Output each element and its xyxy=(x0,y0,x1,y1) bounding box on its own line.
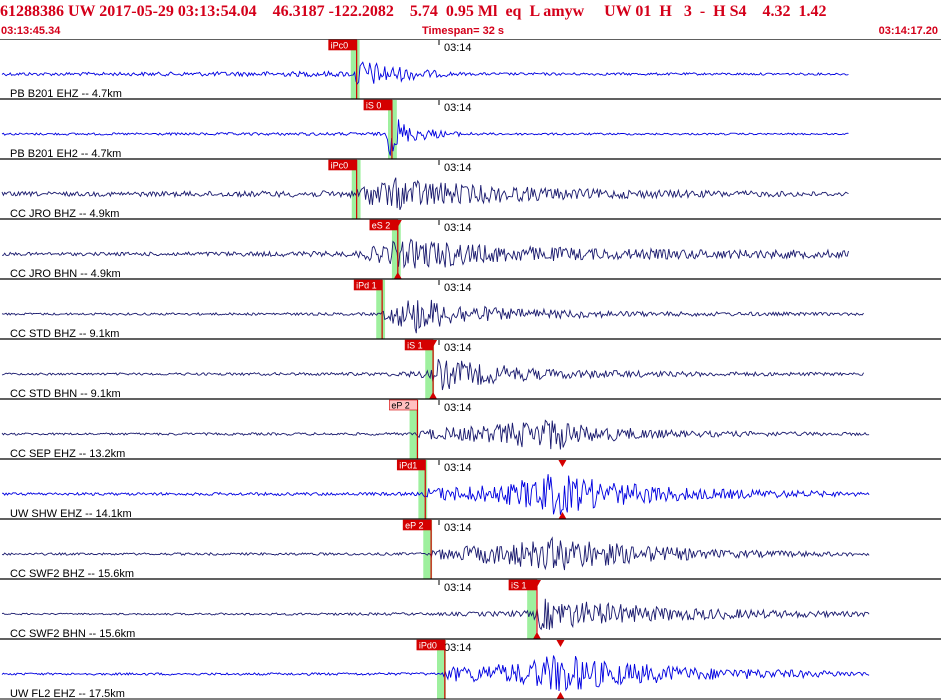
trace-row[interactable]: 03:14 iPc0 CC JRO BHZ -- 4.9km xyxy=(0,158,941,220)
s-pick-label: iS 1 xyxy=(511,581,527,591)
waveform xyxy=(1,119,849,156)
s-pick-label: iS 1 xyxy=(407,341,423,351)
p-pick-label: iPd0 xyxy=(419,641,437,651)
trace-row[interactable]: 03:14 iS 0 PB B201 EH2 -- 4.7km xyxy=(0,98,941,160)
trace-row[interactable]: 03:14 eP 2 CC SEP EHZ -- 13.2km xyxy=(0,398,941,460)
timespan-label: Timespan= xyxy=(422,25,480,37)
time-tick-label: 03:14 xyxy=(444,582,472,594)
time-tick-label: 03:14 xyxy=(444,282,472,294)
time-tick-label: 03:14 xyxy=(444,222,472,234)
seismogram-panel[interactable]: 03:14 iPc0 PB B201 EHZ -- 4.7km 03:14 iS 0 PB… xyxy=(0,39,941,700)
timespan-value: 32 s xyxy=(482,25,505,37)
s-marker-bottom-icon xyxy=(558,512,567,519)
station-label: CC SWF2 BHZ -- 15.6km xyxy=(10,568,134,580)
window-end-time: 03:14:17.20 xyxy=(878,25,938,37)
trace-row[interactable]: 03:14 iPc0 PB B201 EHZ -- 4.7km xyxy=(0,39,941,100)
station-label: UW SHW EHZ -- 14.1km xyxy=(10,508,132,520)
timespan-readout: Timespan= 32 s xyxy=(422,25,504,37)
waveform xyxy=(1,598,870,631)
trace-row[interactable]: 03:14 iPd0 UW FL2 EHZ -- 17.5km xyxy=(0,638,941,700)
waveform xyxy=(1,536,870,571)
station-label: UW FL2 EHZ -- 17.5km xyxy=(10,688,125,700)
s-marker-top-icon xyxy=(556,640,565,647)
trace-row[interactable]: 03:14 iS 1 CC STD BHN -- 9.1km xyxy=(0,338,941,400)
waveform xyxy=(1,474,870,515)
time-tick-label: 03:14 xyxy=(444,402,472,414)
time-tick-label: 03:14 xyxy=(444,462,472,474)
trace-row[interactable]: 03:14 iS 1 CC SWF2 BHN -- 15.6km xyxy=(0,578,941,640)
station-label: PB B201 EH2 -- 4.7km xyxy=(10,148,121,160)
trace-row[interactable]: 03:14 eP 2 CC SWF2 BHZ -- 15.6km xyxy=(0,518,941,580)
p-pick-label: iPc0 xyxy=(331,161,349,171)
header: 61288386 UW 2017-05-29 03:13:54.04 46.31… xyxy=(0,0,941,38)
time-tick-label: 03:14 xyxy=(444,522,472,534)
s-marker-top-icon xyxy=(558,460,567,467)
station-label: CC JRO BHN -- 4.9km xyxy=(10,268,121,280)
station-label: PB B201 EHZ -- 4.7km xyxy=(10,88,122,100)
time-tick-label: 03:14 xyxy=(444,342,472,354)
p-pick-label: eP 2 xyxy=(405,521,423,531)
p-pick-label: iPd 1 xyxy=(356,281,377,291)
station-label: CC STD BHZ -- 9.1km xyxy=(10,328,119,340)
trace-row[interactable]: 03:14 iPd1 UW SHW EHZ -- 14.1km xyxy=(0,458,941,520)
time-tick-label: 03:14 xyxy=(444,42,472,54)
station-label: CC STD BHN -- 9.1km xyxy=(10,388,121,400)
waveform xyxy=(1,419,870,450)
time-tick-label: 03:14 xyxy=(444,642,472,654)
station-label: CC JRO BHZ -- 4.9km xyxy=(10,208,119,220)
waveform xyxy=(1,299,864,334)
station-label: CC SEP EHZ -- 13.2km xyxy=(10,448,125,460)
time-tick-label: 03:14 xyxy=(444,102,472,114)
waveform xyxy=(1,655,870,692)
s-marker-bottom-icon xyxy=(556,692,565,699)
s-pick-label: eS 2 xyxy=(372,221,391,231)
waveform xyxy=(1,61,849,85)
trace-row[interactable]: 03:14 eS 2 CC JRO BHN -- 4.9km xyxy=(0,218,941,280)
waveform xyxy=(1,238,849,269)
s-pick-label: iS 0 xyxy=(366,101,382,111)
waveform xyxy=(1,177,849,211)
event-summary-title: 61288386 UW 2017-05-29 03:13:54.04 46.31… xyxy=(0,3,827,20)
p-pick-label: iPd1 xyxy=(399,461,417,471)
p-pick-label: iPc0 xyxy=(331,41,349,51)
p-pick-label: eP 2 xyxy=(391,401,409,411)
trace-row[interactable]: 03:14 iPd 1 CC STD BHZ -- 9.1km xyxy=(0,278,941,340)
time-tick-label: 03:14 xyxy=(444,162,472,174)
station-label: CC SWF2 BHN -- 15.6km xyxy=(10,628,135,640)
window-start-time: 03:13:45.34 xyxy=(1,25,61,37)
